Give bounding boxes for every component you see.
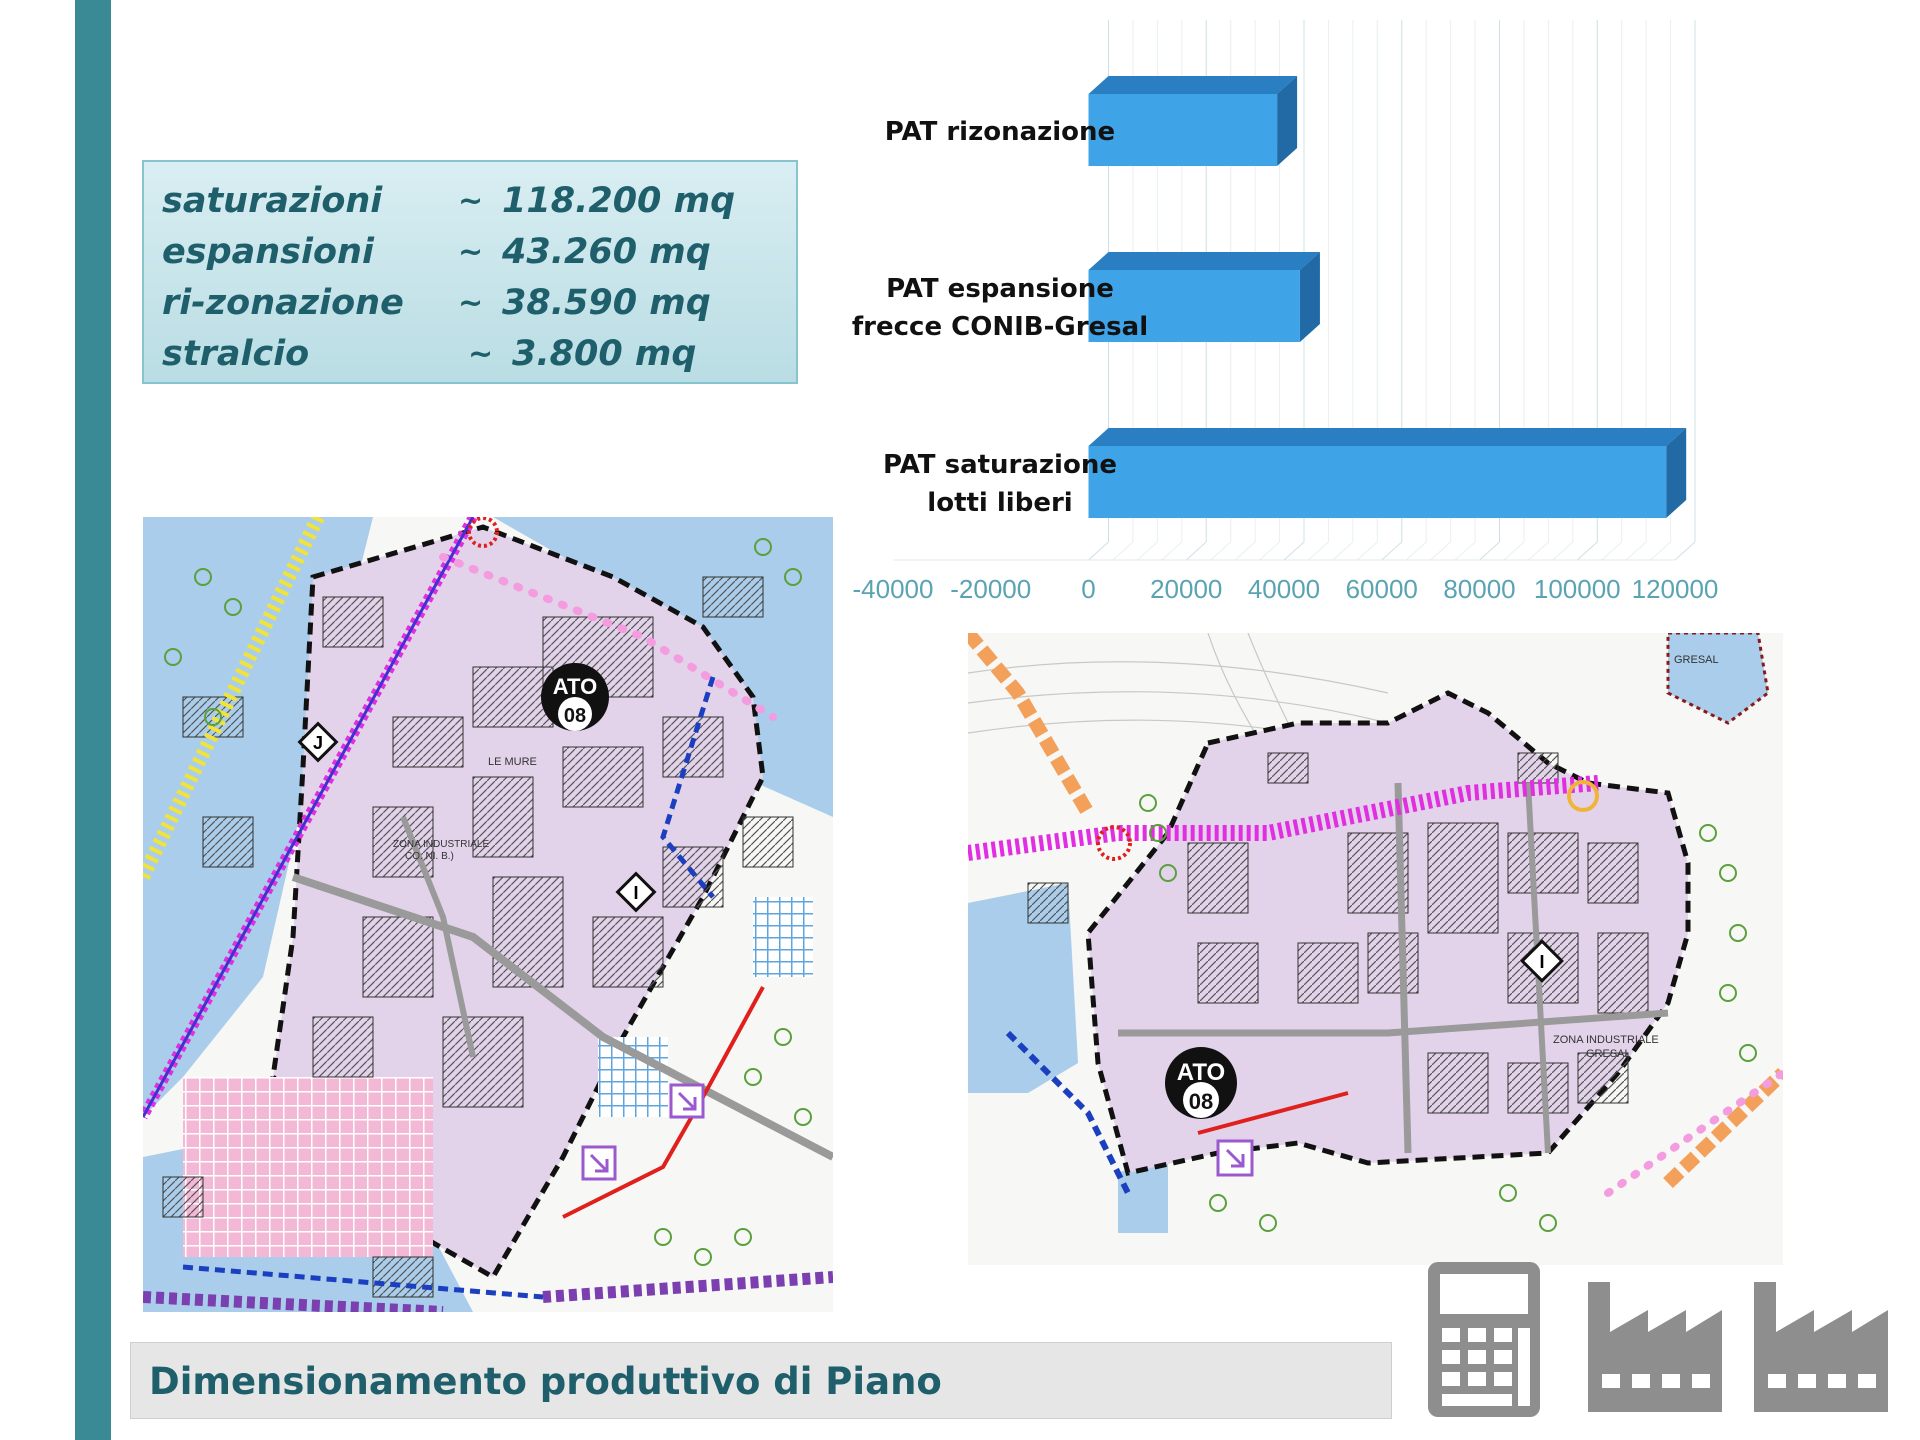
- svg-text:J: J: [313, 733, 323, 753]
- chart-bar-top: [1088, 252, 1320, 270]
- stat-tilde: ~: [458, 286, 484, 321]
- stat-tilde: ~: [468, 337, 494, 372]
- map-left-conib: ATO 08 J I LE MURE ZONA INDUSTRIALE CO. …: [143, 517, 833, 1312]
- chart-floor-line: [1332, 541, 1354, 561]
- ato-badge: ATO 08: [1165, 1047, 1237, 1119]
- chart-bars: [1088, 76, 1687, 518]
- chart-tick-label: 0: [1081, 574, 1095, 604]
- chart-tick-label: 80000: [1443, 574, 1515, 604]
- stat-row-rizonazione: ri-zonazione ~ 38.590 mq: [162, 278, 796, 329]
- chart-floor-line: [1137, 541, 1158, 561]
- chart-tick-label: -20000: [950, 574, 1031, 604]
- chart-floor-line: [1430, 541, 1451, 561]
- chart-floor-line: [1381, 541, 1403, 561]
- label-zona-industriale: ZONA INDUSTRIALE: [1553, 1034, 1659, 1046]
- chart-floor-line: [1479, 541, 1500, 561]
- stats-box: saturazioni ~ 118.200 mq espansioni ~ 43…: [142, 160, 798, 384]
- factory-icon: [1754, 1282, 1888, 1412]
- accent-bar: [75, 0, 111, 1440]
- chart-floor-line: [1576, 541, 1598, 561]
- ato-label: ATO: [1177, 1059, 1225, 1086]
- chart-floor-line: [1356, 541, 1378, 561]
- chart-floor-line: [1259, 541, 1280, 561]
- chart-floor-line: [1674, 541, 1696, 561]
- chart-floor-line: [1650, 541, 1671, 561]
- ato-number: 08: [1189, 1089, 1213, 1114]
- stat-label: espansioni: [162, 232, 374, 272]
- chart-tick-labels: -40000 -20000 0 20000 40000 60000 80000 100000 1…: [853, 574, 1719, 604]
- arrow-sign: [1216, 1139, 1254, 1177]
- chart-bar: [1088, 94, 1278, 166]
- stat-value: 118.200 mq: [502, 181, 736, 221]
- chart-floor-line: [1210, 541, 1232, 561]
- chart-category-label: PAT espansione: [886, 274, 1114, 304]
- chart-tick-label: 100000: [1534, 574, 1621, 604]
- chart-floor-line: [1088, 541, 1109, 561]
- svg-text:I: I: [633, 883, 638, 903]
- chart-floor-line: [1503, 541, 1525, 561]
- chart-floor-line: [1283, 541, 1305, 561]
- stat-row-saturazioni: saturazioni ~ 118.200 mq: [162, 176, 796, 227]
- stat-label: ri-zonazione: [162, 283, 404, 323]
- chart-bar-top: [1088, 428, 1687, 446]
- ato-label: ATO: [553, 674, 597, 699]
- chart-tick-label: 120000: [1632, 574, 1719, 604]
- chart-floor-line: [1308, 541, 1329, 561]
- arrow-sign-2: [581, 1145, 617, 1181]
- chart-floor-line: [1185, 541, 1207, 561]
- stat-label: saturazioni: [162, 181, 383, 221]
- chart-floor-line: [1528, 541, 1549, 561]
- chart-floor-line: [1552, 541, 1574, 561]
- footer-icons: [1428, 1262, 1888, 1417]
- chart-category-label: lotti liberi: [927, 488, 1072, 518]
- chart-floor-line: [1405, 541, 1427, 561]
- ato-number: 08: [564, 705, 586, 727]
- label-gresal: GRESAL: [1586, 1048, 1631, 1060]
- stat-label: stralcio: [162, 334, 310, 374]
- bar-chart: PAT rizonazione PAT espansione frecce CONI…: [852, 20, 1719, 604]
- factory-icon: [1588, 1282, 1722, 1412]
- label-zona-industriale: ZONA INDUSTRIALE: [393, 839, 489, 850]
- chart-floor-line: [1601, 541, 1623, 561]
- chart-floor-line: [1112, 541, 1134, 561]
- label-conib: CO. NI. B.): [405, 851, 454, 862]
- stat-tilde: ~: [458, 235, 484, 270]
- chart-tick-label: -40000: [853, 574, 934, 604]
- chart-bar: [1088, 446, 1667, 518]
- chart-category-label: frecce CONIB-Gresal: [852, 312, 1148, 342]
- chart-floor-line: [1234, 541, 1256, 561]
- calculator-icon: [1428, 1262, 1540, 1417]
- chart-floor-line: [1454, 541, 1476, 561]
- pink-hatched-area: [183, 1077, 433, 1257]
- chart-category-label: PAT rizonazione: [885, 117, 1115, 147]
- footer-title-bar: Dimensionamento produttivo di Piano: [130, 1342, 1392, 1419]
- chart-floor-line: [1161, 541, 1183, 561]
- svg-text:I: I: [1539, 952, 1544, 972]
- stat-tilde: ~: [458, 184, 484, 219]
- chart-tick-label: 60000: [1346, 574, 1418, 604]
- chart-tick-label: 20000: [1150, 574, 1222, 604]
- label-gresal-north: GRESAL: [1674, 654, 1719, 666]
- ato-badge: ATO 08: [541, 663, 609, 731]
- map-right-gresal: ATO 08 I ZONA INDUSTRIALE GRESAL GRESAL: [968, 633, 1783, 1265]
- label-le-mure: LE MURE: [488, 756, 537, 768]
- chart-floor-line: [1625, 541, 1647, 561]
- chart-category-label: PAT saturazione: [883, 450, 1117, 480]
- stat-value: 3.800 mq: [512, 334, 697, 374]
- page-title: Dimensionamento produttivo di Piano: [149, 1360, 942, 1403]
- stat-row-espansioni: espansioni ~ 43.260 mq: [162, 227, 796, 278]
- chart-category-labels: PAT rizonazione PAT espansione frecce CONI…: [852, 117, 1148, 518]
- stat-value: 43.260 mq: [502, 232, 711, 272]
- chart-bar-top: [1088, 76, 1298, 94]
- stat-row-stralcio: stralcio ~ 3.800 mq: [162, 329, 796, 380]
- stat-value: 38.590 mq: [502, 283, 711, 323]
- arrow-sign: [669, 1083, 705, 1119]
- chart-tick-label: 40000: [1248, 574, 1320, 604]
